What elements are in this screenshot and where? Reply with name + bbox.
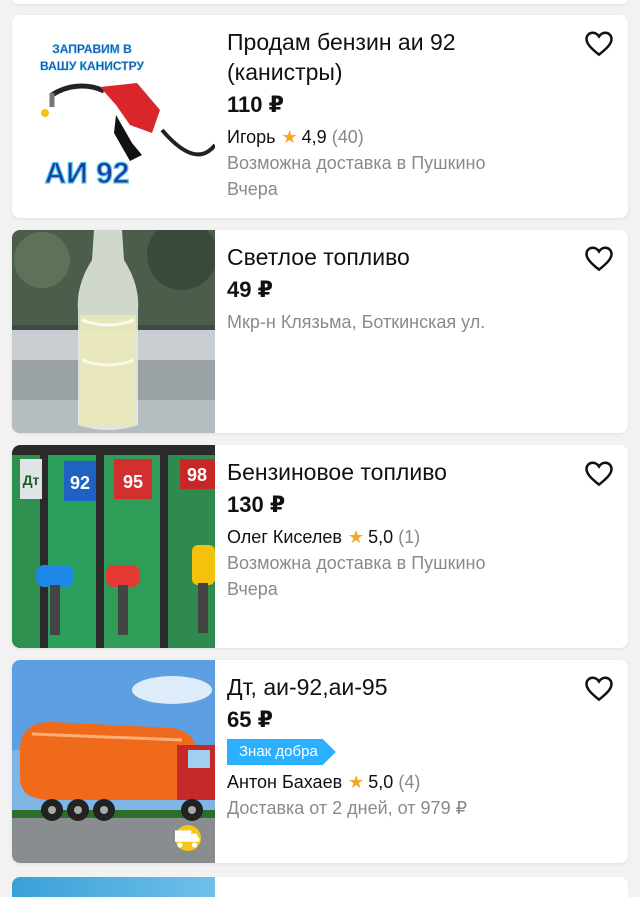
good-deed-badge[interactable]: Знак добра bbox=[227, 739, 336, 765]
listing-card[interactable]: Дт 92 95 98 Бензиновое топливо 130 ₽ Оле… bbox=[12, 445, 628, 648]
fuel-bottle-photo bbox=[12, 230, 215, 433]
delivery-info: Доставка от 2 дней, от 979 ₽ bbox=[227, 798, 468, 818]
delivery-info: Возможна доставка в Пушкино bbox=[227, 553, 486, 573]
listing-photo[interactable] bbox=[12, 230, 215, 433]
seller-row: Антон Бахаев ★ 5,0 (4) bbox=[227, 769, 577, 795]
fuel-pumps-photo: Дт 92 95 98 bbox=[12, 445, 215, 648]
listing-date: Вчера bbox=[227, 179, 278, 199]
delivery-info: Возможна доставка в Пушкино bbox=[227, 153, 486, 173]
listing-photo[interactable]: ЗАПРАВИМ В ВАШУ КАНИСТРУ АИ 92 bbox=[12, 15, 215, 218]
pump-label: 95 bbox=[123, 472, 143, 492]
listing-price: 65 ₽ bbox=[227, 707, 273, 732]
pump-label: Дт bbox=[23, 472, 40, 488]
seller-rating: 5,0 bbox=[368, 772, 394, 792]
seller-rating: 5,0 bbox=[368, 527, 394, 547]
listing-card[interactable]: Дт, аи-92,аи-95 65 ₽ Знак добра Антон Ба… bbox=[12, 660, 628, 863]
review-count: (4) bbox=[398, 772, 421, 792]
listing-card[interactable]: Светлое топливо 49 ₽ Мкр-н Клязьма, Ботк… bbox=[12, 230, 628, 433]
fuel-nozzle-illustration: ЗАПРАВИМ В ВАШУ КАНИСТРУ АИ 92 bbox=[12, 15, 215, 218]
seller-name: Олег Киселев bbox=[227, 527, 342, 547]
seller-row: Игорь ★ 4,9 (40) bbox=[227, 124, 577, 150]
review-count: (40) bbox=[331, 127, 364, 147]
next-card-edge bbox=[12, 877, 628, 897]
seller-row: Олег Киселев ★ 5,0 (1) bbox=[227, 524, 577, 550]
listing-photo[interactable] bbox=[12, 660, 215, 863]
listing-price: 130 ₽ bbox=[227, 492, 286, 517]
star-icon: ★ bbox=[281, 127, 298, 147]
listing-date: Вчера bbox=[227, 579, 278, 599]
listing-location: Мкр-н Клязьма, Боткинская ул. bbox=[227, 312, 486, 332]
image-caption-line-1: ЗАПРАВИМ В bbox=[52, 42, 132, 56]
pump-label: 98 bbox=[187, 465, 207, 485]
listing-card[interactable]: ЗАПРАВИМ В ВАШУ КАНИСТРУ АИ 92 Продам бе… bbox=[12, 15, 628, 218]
image-caption-big: АИ 92 bbox=[45, 157, 130, 190]
star-icon: ★ bbox=[348, 772, 365, 792]
next-card-photo-edge bbox=[12, 877, 215, 897]
listing-price: 49 ₽ bbox=[227, 277, 273, 302]
heart-outline-icon[interactable] bbox=[584, 459, 614, 489]
review-count: (1) bbox=[398, 527, 421, 547]
star-icon: ★ bbox=[347, 527, 365, 547]
truck-icon bbox=[175, 825, 201, 851]
heart-outline-icon[interactable] bbox=[584, 674, 614, 704]
listing-title[interactable]: Светлое топливо bbox=[227, 242, 577, 272]
heart-outline-icon[interactable] bbox=[584, 244, 614, 274]
seller-rating: 4,9 bbox=[301, 127, 327, 147]
seller-name: Антон Бахаев bbox=[227, 772, 343, 792]
listing-price: 110 ₽ bbox=[227, 92, 284, 117]
listing-photo[interactable]: Дт 92 95 98 bbox=[12, 445, 215, 648]
listing-title[interactable]: Бензиновое топливо bbox=[227, 457, 577, 487]
listing-title[interactable]: Дт, аи-92,аи-95 bbox=[227, 672, 577, 702]
heart-outline-icon[interactable] bbox=[584, 29, 614, 59]
image-caption-line-2: ВАШУ КАНИСТРУ bbox=[40, 59, 144, 73]
seller-name: Игорь bbox=[227, 127, 276, 147]
listing-title[interactable]: Продам бензин аи 92 (канистры) bbox=[227, 27, 577, 87]
previous-card-edge bbox=[12, 0, 628, 4]
pump-label: 92 bbox=[70, 473, 90, 493]
